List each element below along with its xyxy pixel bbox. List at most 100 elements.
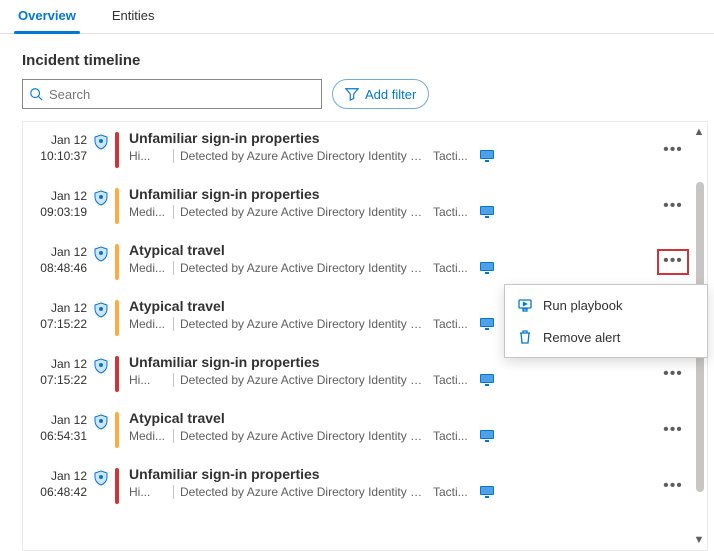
timestamp-time: 07:15:22 xyxy=(27,372,87,388)
more-actions-button[interactable]: ••• xyxy=(663,366,683,382)
monitor-icon xyxy=(479,317,495,331)
timestamp-time: 10:10:37 xyxy=(27,148,87,164)
severity-bar xyxy=(115,132,119,168)
severity-bar xyxy=(115,356,119,392)
more-actions-button[interactable]: ••• xyxy=(657,249,689,275)
tactics-label: Tacti... xyxy=(433,429,473,443)
detected-by: Detected by Azure Active Directory Ident… xyxy=(180,373,425,387)
search-icon xyxy=(29,87,43,101)
timestamp: Jan 12 07:15:22 xyxy=(27,298,87,338)
timestamp-date: Jan 12 xyxy=(27,244,87,260)
severity-bar xyxy=(115,412,119,448)
tab-entities[interactable]: Entities xyxy=(108,0,159,33)
menu-remove-alert-label: Remove alert xyxy=(543,330,620,345)
event-title: Unfamiliar sign-in properties xyxy=(129,466,655,482)
event-content: Atypical travel Medi... Detected by Azur… xyxy=(129,410,655,450)
scroll-up-arrow[interactable]: ▲ xyxy=(693,126,705,138)
meta-divider xyxy=(173,485,174,499)
row-actions: ••• xyxy=(655,242,691,282)
timestamp-date: Jan 12 xyxy=(27,188,87,204)
tactics-label: Tacti... xyxy=(433,485,473,499)
add-filter-button[interactable]: Add filter xyxy=(332,79,429,109)
event-content: Unfamiliar sign-in properties Hi... Dete… xyxy=(129,466,655,506)
row-context-menu: Run playbook Remove alert xyxy=(504,284,708,358)
severity-bar xyxy=(115,188,119,224)
menu-remove-alert[interactable]: Remove alert xyxy=(505,321,707,353)
timestamp: Jan 12 10:10:37 xyxy=(27,130,87,170)
event-meta: Hi... Detected by Azure Active Directory… xyxy=(129,373,655,387)
tab-overview[interactable]: Overview xyxy=(14,0,80,33)
shield-icon xyxy=(93,358,109,374)
scroll-down-arrow[interactable]: ▼ xyxy=(693,534,705,546)
add-filter-label: Add filter xyxy=(365,87,416,102)
timeline-row[interactable]: Jan 12 08:48:46 Atypical travel Medi... … xyxy=(23,234,691,290)
panel-title: Incident timeline xyxy=(0,34,714,79)
shield-icon xyxy=(93,470,109,486)
timestamp: Jan 12 09:03:19 xyxy=(27,186,87,226)
timeline-row[interactable]: Jan 12 06:54:31 Atypical travel Medi... … xyxy=(23,402,691,458)
more-actions-button[interactable]: ••• xyxy=(663,142,683,158)
severity-label: Medi... xyxy=(129,205,167,219)
timestamp-time: 06:54:31 xyxy=(27,428,87,444)
monitor-icon xyxy=(479,205,495,219)
toolbar: Add filter xyxy=(0,79,714,121)
meta-divider xyxy=(173,373,174,387)
event-title: Atypical travel xyxy=(129,410,655,426)
tactics-label: Tacti... xyxy=(433,149,473,163)
row-actions: ••• xyxy=(655,466,691,506)
event-content: Unfamiliar sign-in properties Medi... De… xyxy=(129,186,655,226)
search-input[interactable] xyxy=(49,87,315,102)
meta-divider xyxy=(173,261,174,275)
event-type-icon-col xyxy=(87,186,115,226)
row-actions: ••• xyxy=(655,410,691,450)
monitor-icon xyxy=(479,261,495,275)
timestamp-time: 09:03:19 xyxy=(27,204,87,220)
row-actions: ••• xyxy=(655,354,691,394)
menu-run-playbook[interactable]: Run playbook xyxy=(505,289,707,321)
event-title: Atypical travel xyxy=(129,242,655,258)
more-actions-button[interactable]: ••• xyxy=(663,198,683,214)
severity-bar xyxy=(115,468,119,504)
search-box[interactable] xyxy=(22,79,322,109)
timestamp-time: 06:48:42 xyxy=(27,484,87,500)
tab-bar: Overview Entities xyxy=(0,0,714,34)
timestamp: Jan 12 07:15:22 xyxy=(27,354,87,394)
event-type-icon-col xyxy=(87,242,115,282)
row-actions: ••• xyxy=(655,130,691,170)
timestamp-date: Jan 12 xyxy=(27,356,87,372)
detected-by: Detected by Azure Active Directory Ident… xyxy=(180,261,425,275)
event-meta: Medi... Detected by Azure Active Directo… xyxy=(129,429,655,443)
severity-label: Hi... xyxy=(129,373,167,387)
monitor-icon xyxy=(479,429,495,443)
severity-label: Medi... xyxy=(129,261,167,275)
timeline-row[interactable]: Jan 12 06:48:42 Unfamiliar sign-in prope… xyxy=(23,458,691,514)
meta-divider xyxy=(173,149,174,163)
timestamp-time: 08:48:46 xyxy=(27,260,87,276)
detected-by: Detected by Azure Active Directory Ident… xyxy=(180,429,425,443)
event-title: Unfamiliar sign-in properties xyxy=(129,186,655,202)
event-meta: Hi... Detected by Azure Active Directory… xyxy=(129,485,655,499)
trash-icon xyxy=(517,329,533,345)
row-actions: ••• xyxy=(655,186,691,226)
severity-label: Medi... xyxy=(129,429,167,443)
event-meta: Hi... Detected by Azure Active Directory… xyxy=(129,149,655,163)
shield-icon xyxy=(93,302,109,318)
more-actions-button[interactable]: ••• xyxy=(663,422,683,438)
event-meta: Medi... Detected by Azure Active Directo… xyxy=(129,261,655,275)
timestamp-date: Jan 12 xyxy=(27,468,87,484)
timeline-row[interactable]: Jan 12 10:10:37 Unfamiliar sign-in prope… xyxy=(23,122,691,178)
shield-icon xyxy=(93,190,109,206)
timeline-row[interactable]: Jan 12 09:03:19 Unfamiliar sign-in prope… xyxy=(23,178,691,234)
shield-icon xyxy=(93,414,109,430)
event-type-icon-col xyxy=(87,410,115,450)
detected-by: Detected by Azure Active Directory Ident… xyxy=(180,149,425,163)
timestamp: Jan 12 08:48:46 xyxy=(27,242,87,282)
more-actions-button[interactable]: ••• xyxy=(663,478,683,494)
event-content: Unfamiliar sign-in properties Hi... Dete… xyxy=(129,354,655,394)
severity-label: Medi... xyxy=(129,317,167,331)
severity-bar xyxy=(115,300,119,336)
event-type-icon-col xyxy=(87,298,115,338)
event-type-icon-col xyxy=(87,354,115,394)
meta-divider xyxy=(173,429,174,443)
detected-by: Detected by Azure Active Directory Ident… xyxy=(180,485,425,499)
